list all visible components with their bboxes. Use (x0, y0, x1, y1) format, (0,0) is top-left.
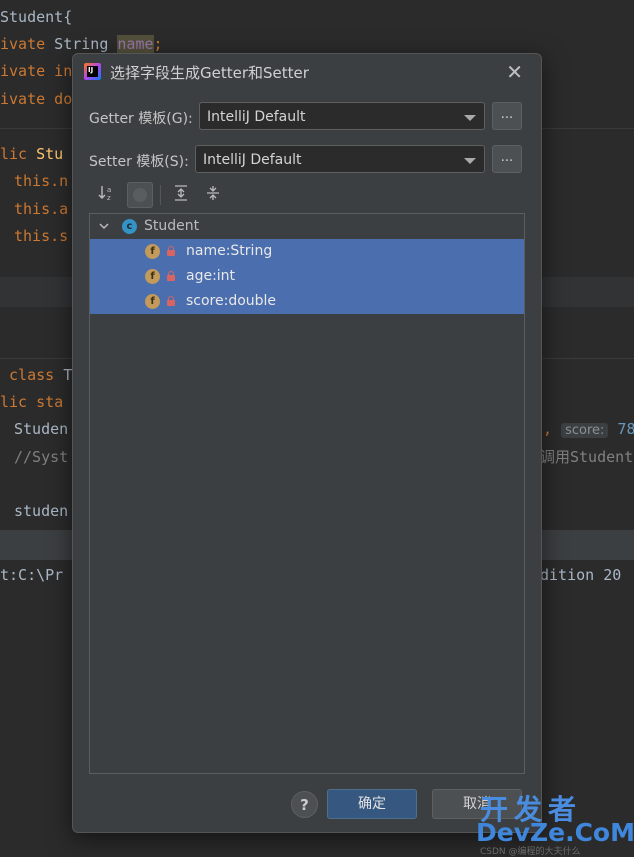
show-fields-toggle-icon[interactable] (127, 182, 153, 208)
code-line: lic Stu (0, 145, 64, 163)
dialog-titlebar: IJ 选择字段生成Getter和Setter ✕ (73, 54, 541, 90)
field-label: age:int (186, 268, 236, 284)
watermark-line3: CSDN @编程的大夫什么 (480, 847, 581, 857)
code-line: 调用Student类 (540, 448, 634, 466)
tree-class-node[interactable]: c Student (90, 214, 524, 239)
tree-field-row[interactable]: f name:String (90, 239, 524, 264)
private-lock-icon (167, 246, 175, 256)
setter-template-label: Setter 模板(S): (89, 154, 189, 170)
field-label: score:double (186, 293, 277, 309)
code-line: this.a (14, 200, 69, 218)
field-label: name:String (186, 243, 273, 259)
tree-field-row[interactable]: f score:double (90, 289, 524, 314)
field-icon: f (145, 294, 160, 309)
private-lock-icon (167, 296, 175, 306)
code-line: ), score: 78 (534, 420, 634, 438)
code-line: //Syst (14, 448, 69, 466)
code-line: class T (0, 366, 73, 384)
tree-field-row[interactable]: f age:int (90, 264, 524, 289)
chevron-down-icon (464, 115, 476, 121)
code-line: ivate in (0, 62, 73, 80)
class-icon: c (122, 219, 137, 234)
setter-template-select[interactable]: IntelliJ Default (195, 145, 485, 173)
close-icon[interactable]: ✕ (506, 60, 523, 84)
code-line: this.n (14, 172, 69, 190)
code-line: ivate do (0, 90, 73, 108)
code-line: lic sta (0, 393, 64, 411)
member-tree[interactable]: c Student f name:String f age:int f scor… (89, 213, 525, 774)
expand-all-icon[interactable] (170, 184, 192, 206)
intellij-app-icon: IJ (84, 63, 101, 80)
chevron-down-icon (464, 158, 476, 164)
ok-button[interactable]: 确定 (327, 789, 417, 819)
svg-text:z: z (107, 194, 111, 202)
generate-getter-setter-dialog: IJ 选择字段生成Getter和Setter ✕ Getter 模板(G): I… (72, 53, 542, 833)
setter-browse-button[interactable]: ... (492, 145, 522, 173)
code-line: Student{ (0, 8, 73, 26)
watermark-line2: DevZe.CoM (476, 818, 634, 847)
field-icon: f (145, 244, 160, 259)
collapse-all-icon[interactable] (202, 184, 224, 206)
getter-template-select[interactable]: IntelliJ Default (199, 102, 485, 130)
parameter-hint: score: (561, 423, 609, 438)
class-name: Student (144, 218, 200, 234)
code-line: studen (14, 502, 69, 520)
sort-alphabetically-icon[interactable]: az (96, 184, 118, 206)
private-lock-icon (167, 271, 175, 281)
field-icon: f (145, 269, 160, 284)
svg-text:a: a (107, 186, 111, 194)
getter-template-label: Getter 模板(G): (89, 111, 193, 127)
code-line: this.s (14, 227, 69, 245)
getter-browse-button[interactable]: ... (492, 102, 522, 130)
help-button[interactable]: ? (291, 791, 318, 818)
code-line: Studen (14, 420, 69, 438)
watermark: 开发者 DevZe.CoM CSDN @编程的大夫什么 (476, 788, 634, 857)
dialog-title: 选择字段生成Getter和Setter (110, 64, 309, 82)
